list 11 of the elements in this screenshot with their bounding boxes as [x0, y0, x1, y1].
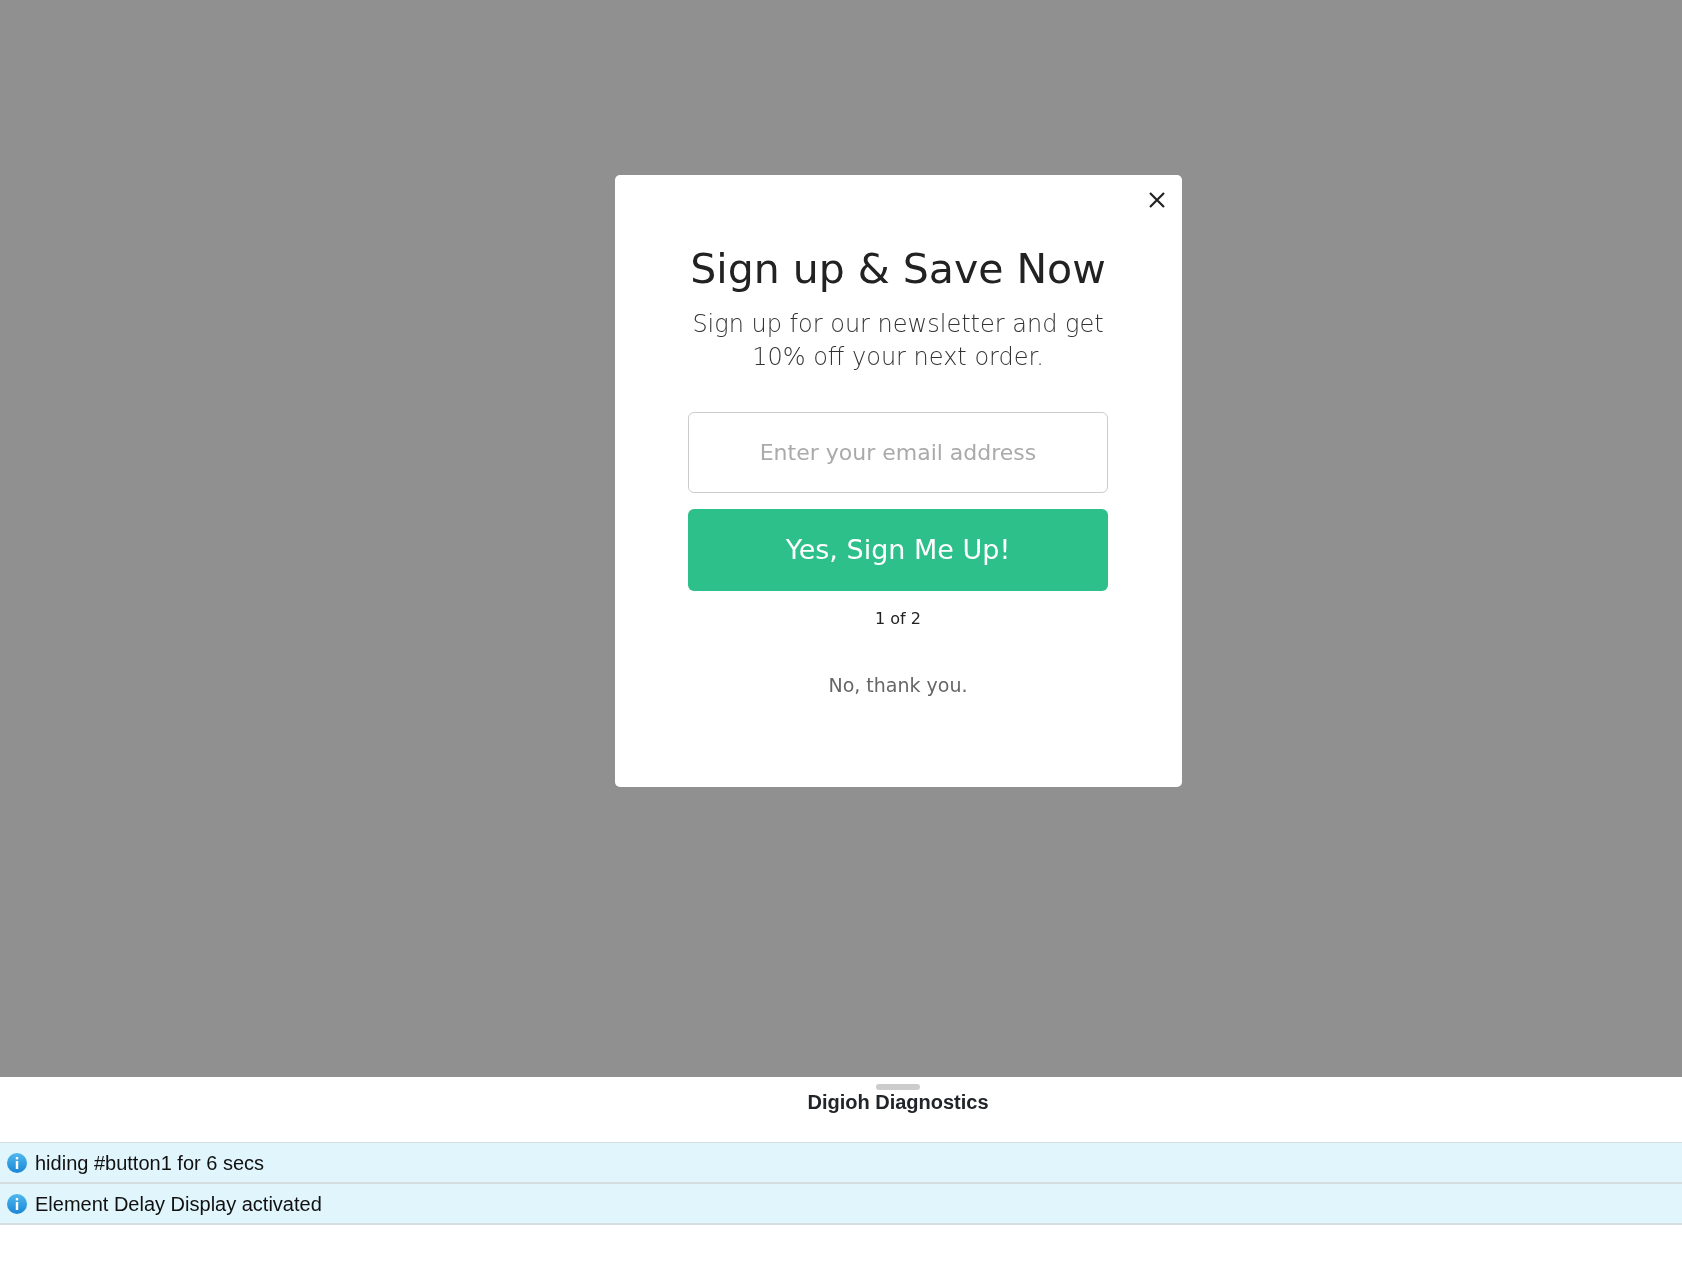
close-icon	[1147, 191, 1166, 209]
email-field[interactable]: Enter your email address	[688, 412, 1108, 494]
message-text: Element Delay Display activated	[35, 1191, 322, 1217]
info-icon	[7, 1193, 27, 1214]
drag-handle[interactable]	[876, 1084, 920, 1090]
dialog-title: Sign up & Save Now	[690, 245, 1106, 295]
message-text: hiding #button1 for 6 secs	[35, 1150, 265, 1176]
info-icon	[7, 1152, 27, 1173]
dialog-subtitle: Sign up for our newsletter and get 10% off your next order.	[691, 309, 1105, 374]
step-counter: 1 of 2	[875, 608, 921, 631]
decline-link[interactable]: No, thank you.	[828, 671, 968, 700]
